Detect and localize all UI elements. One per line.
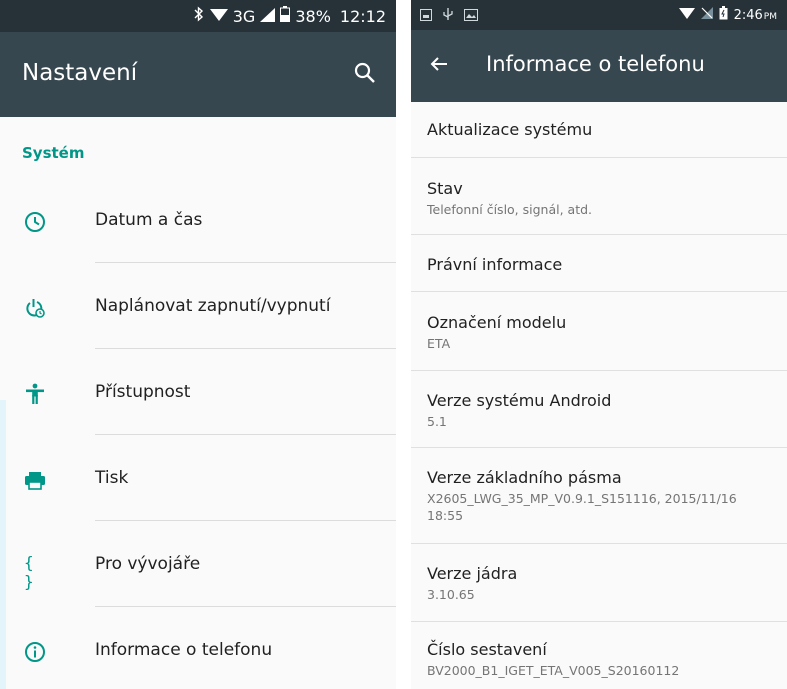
settings-item-print[interactable]: Tisk [0,435,396,521]
gallery-icon [464,6,478,25]
settings-item-label: Informace o telefonu [95,640,273,660]
search-icon[interactable] [354,62,376,88]
section-header-system: Systém [22,144,85,162]
info-icon [24,641,46,663]
decorative-strip [0,400,6,689]
about-item-title: Aktualizace systému [427,120,593,139]
about-item-model: Označení modelu ETA [411,292,787,371]
screenshot-icon [420,6,432,25]
power-schedule-icon [24,297,46,319]
about-item-title: Stav [427,179,463,198]
settings-item-schedule-power[interactable]: Naplánovat zapnutí/vypnutí [0,263,396,349]
about-item-subtitle: BV2000_B1_IGET_ETA_V005_S20160112 [427,663,680,678]
about-item-title: Verze systému Android [427,391,612,410]
settings-item-label: Tisk [95,468,129,488]
settings-item-date-time[interactable]: Datum a čas [0,177,396,263]
page-title: Informace o telefonu [486,52,705,76]
gap-divider [396,0,411,689]
battery-icon [719,6,728,24]
status-bar: 2:46PM [411,0,787,30]
about-item-build-number[interactable]: Číslo sestavení BV2000_B1_IGET_ETA_V005_… [411,622,787,689]
about-phone-screen: 2:46PM Informace o telefonu Aktualizace … [411,0,787,689]
page-title: Nastavení [22,60,138,86]
about-item-status[interactable]: Stav Telefonní číslo, signál, atd. [411,158,787,235]
back-arrow-icon[interactable] [429,54,449,78]
about-item-title: Právní informace [427,255,563,274]
about-item-subtitle: X2605_LWG_35_MP_V0.9.1_S151116, 2015/11/… [427,491,737,523]
bluetooth-icon [193,6,205,26]
about-item-legal[interactable]: Právní informace [411,235,787,292]
status-bar: 3G 38% 12:12 [0,0,396,32]
wifi-icon [678,7,695,23]
about-item-kernel: Verze jádra 3.10.65 [411,544,787,622]
settings-item-accessibility[interactable]: Přístupnost [0,349,396,435]
printer-icon [24,469,46,491]
signal-icon [260,7,276,26]
about-item-baseband: Verze základního pásma X2605_LWG_35_MP_V… [411,448,787,544]
clock-icon [24,211,46,233]
settings-screen: 3G 38% 12:12 Nastavení Systém Datum a ča… [0,0,396,689]
about-item-title: Verze jádra [427,564,518,583]
about-item-subtitle: 5.1 [427,414,447,429]
settings-item-developer[interactable]: { } Pro vývojáře [0,521,396,607]
wifi-icon [209,7,228,26]
developer-braces-icon: { } [24,553,34,591]
about-item-system-update[interactable]: Aktualizace systému [411,102,787,158]
battery-icon [280,6,291,26]
accessibility-icon [24,383,46,405]
network-type: 3G [232,6,256,26]
settings-item-label: Pro vývojáře [95,554,201,574]
app-bar: Nastavení [0,32,396,117]
settings-item-label: Datum a čas [95,210,203,230]
about-item-title: Verze základního pásma [427,468,622,487]
clock-time: 12:12 [339,6,386,26]
about-item-android-version[interactable]: Verze systému Android 5.1 [411,371,787,448]
settings-item-label: Naplánovat zapnutí/vypnutí [95,296,331,316]
about-item-subtitle: 3.10.65 [427,587,475,602]
clock-time: 2:46PM [733,7,777,23]
about-item-subtitle: ETA [427,336,451,351]
settings-item-about-phone[interactable]: Informace o telefonu [0,607,396,689]
settings-item-label: Přístupnost [95,382,191,402]
app-bar: Informace o telefonu [411,30,787,102]
usb-icon [442,6,454,25]
no-signal-icon [700,7,713,23]
battery-percent: 38% [295,6,331,26]
about-item-subtitle: Telefonní číslo, signál, atd. [427,202,593,217]
about-item-title: Označení modelu [427,313,567,332]
about-item-title: Číslo sestavení [427,640,547,659]
